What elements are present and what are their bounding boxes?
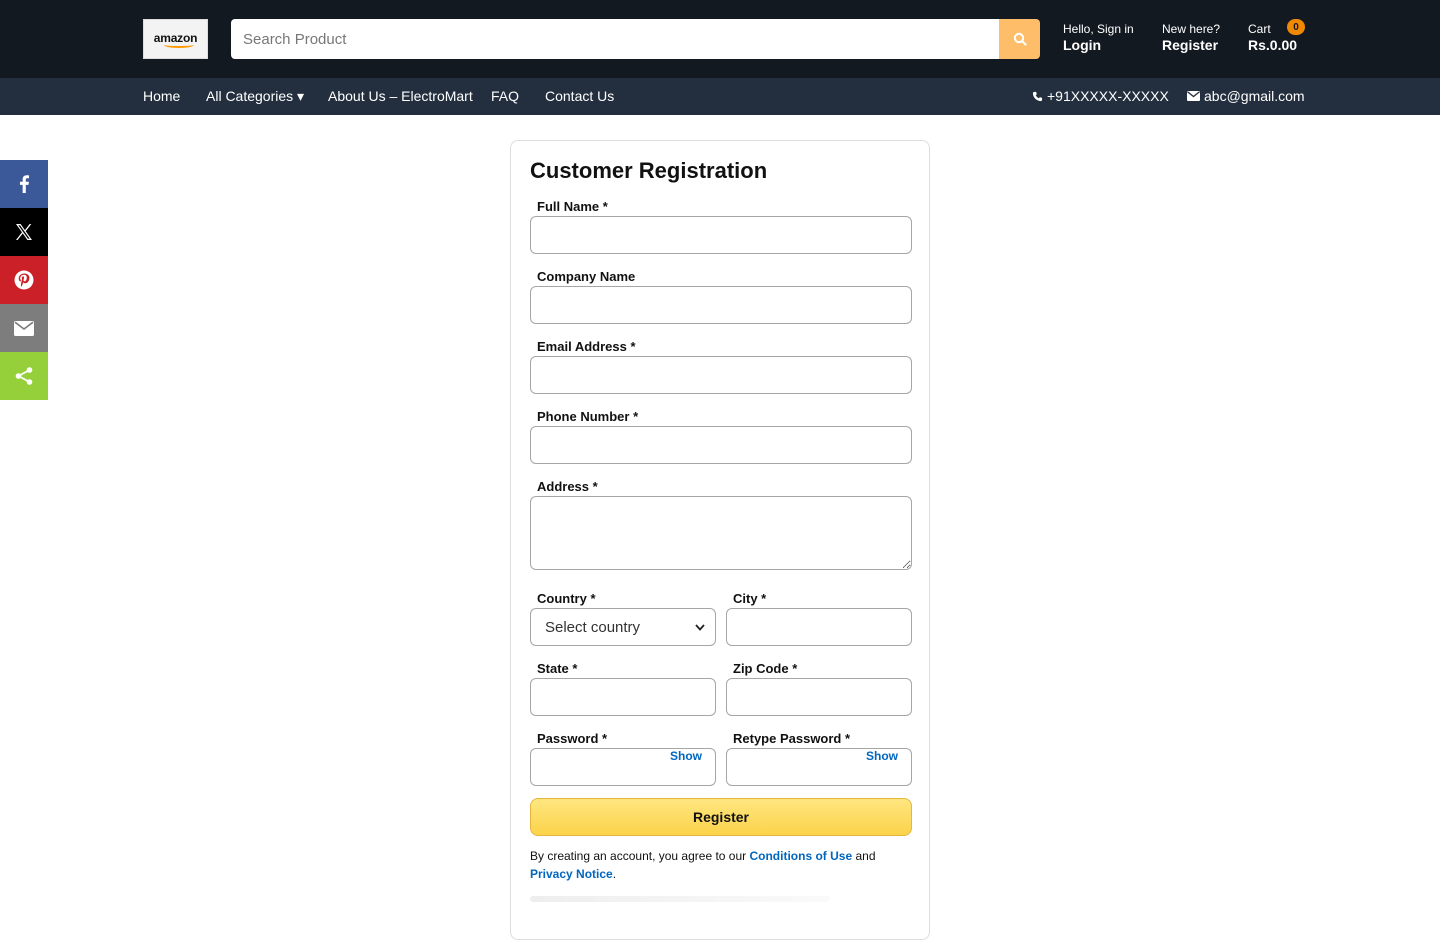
- share-email-button[interactable]: [0, 304, 48, 352]
- mail-icon: [14, 320, 34, 336]
- full-name-input[interactable]: [530, 216, 912, 254]
- nav-phone[interactable]: +91XXXXX-XXXXX: [1032, 88, 1169, 104]
- facebook-icon: [19, 175, 30, 193]
- state-label: State *: [537, 661, 578, 676]
- phone-number: +91XXXXX-XXXXX: [1047, 88, 1169, 104]
- nav-home[interactable]: Home: [143, 88, 180, 104]
- pinterest-icon: [14, 270, 34, 290]
- x-logo-icon: [16, 224, 32, 240]
- search-input[interactable]: [231, 19, 999, 59]
- share-x-button[interactable]: [0, 208, 48, 256]
- login-label: Login: [1063, 36, 1102, 53]
- zip-code-label: Zip Code *: [733, 661, 798, 676]
- share-icon: [15, 367, 33, 385]
- login-link[interactable]: Hello, Sign in Login: [1063, 22, 1134, 53]
- main-nav: Home All Categories ▾ About Us – Electro…: [0, 78, 1440, 115]
- full-name-label: Full Name *: [537, 199, 608, 214]
- company-name-label: Company Name: [537, 269, 636, 284]
- email-label: Email Address *: [537, 339, 636, 354]
- form-title: Customer Registration: [530, 158, 768, 183]
- search-bar: [231, 19, 1040, 59]
- retype-password-show-toggle[interactable]: Show: [866, 749, 898, 763]
- address-textarea[interactable]: [530, 496, 912, 570]
- city-input[interactable]: [726, 608, 912, 646]
- share-pinterest-button[interactable]: [0, 256, 48, 304]
- nav-email[interactable]: abc@gmail.com: [1187, 88, 1305, 104]
- chevron-down-icon: [695, 623, 705, 631]
- phone-icon: [1032, 91, 1043, 101]
- nav-faq[interactable]: FAQ: [491, 88, 519, 104]
- retype-password-label: Retype Password *: [733, 731, 851, 746]
- conditions-of-use-link[interactable]: Conditions of Use: [749, 849, 852, 863]
- cart-total: Rs.0.00: [1248, 36, 1298, 53]
- phone-label: Phone Number *: [537, 409, 639, 424]
- site-logo[interactable]: amazon: [143, 19, 208, 59]
- email-input[interactable]: [530, 356, 912, 394]
- country-select[interactable]: Select country: [530, 608, 716, 646]
- password-label: Password *: [537, 731, 608, 746]
- logo-smile-icon: [163, 42, 194, 48]
- address-label: Address *: [537, 479, 598, 494]
- nav-about-us[interactable]: About Us – ElectroMart: [328, 88, 473, 104]
- envelope-icon: [1187, 91, 1200, 101]
- share-facebook-button[interactable]: [0, 160, 48, 208]
- register-button[interactable]: Register: [530, 798, 912, 836]
- privacy-notice-link[interactable]: Privacy Notice: [530, 867, 613, 881]
- terms-suffix: .: [612, 867, 617, 881]
- country-select-value: Select country: [545, 618, 641, 636]
- registration-card: Customer Registration Full Name * Compan…: [510, 140, 930, 940]
- register-link[interactable]: New here? Register: [1162, 22, 1221, 53]
- account-greeting: Hello, Sign in: [1063, 22, 1134, 36]
- phone-input[interactable]: [530, 426, 912, 464]
- state-input[interactable]: [530, 678, 716, 716]
- email-address: abc@gmail.com: [1204, 88, 1305, 104]
- terms-and: and: [852, 849, 876, 863]
- search-icon: [1013, 32, 1027, 46]
- nav-all-categories[interactable]: All Categories ▾: [206, 88, 304, 105]
- top-header: amazon Hello, Sign in Login New here? Re…: [0, 0, 1440, 78]
- password-show-toggle[interactable]: Show: [670, 749, 702, 763]
- city-label: City *: [733, 591, 767, 606]
- search-button[interactable]: [999, 19, 1040, 59]
- register-label: Register: [1162, 36, 1219, 53]
- share-more-button[interactable]: [0, 352, 48, 400]
- zip-code-input[interactable]: [726, 678, 912, 716]
- terms-notice: By creating an account, you agree to our…: [530, 847, 915, 883]
- register-greeting: New here?: [1162, 22, 1221, 36]
- cart-count-badge: 0: [1287, 19, 1305, 35]
- nav-contact-us[interactable]: Contact Us: [545, 88, 614, 104]
- company-name-input[interactable]: [530, 286, 912, 324]
- cut-off-text-line: [530, 896, 830, 902]
- country-label: Country *: [537, 591, 596, 606]
- terms-prefix: By creating an account, you agree to our: [530, 849, 750, 863]
